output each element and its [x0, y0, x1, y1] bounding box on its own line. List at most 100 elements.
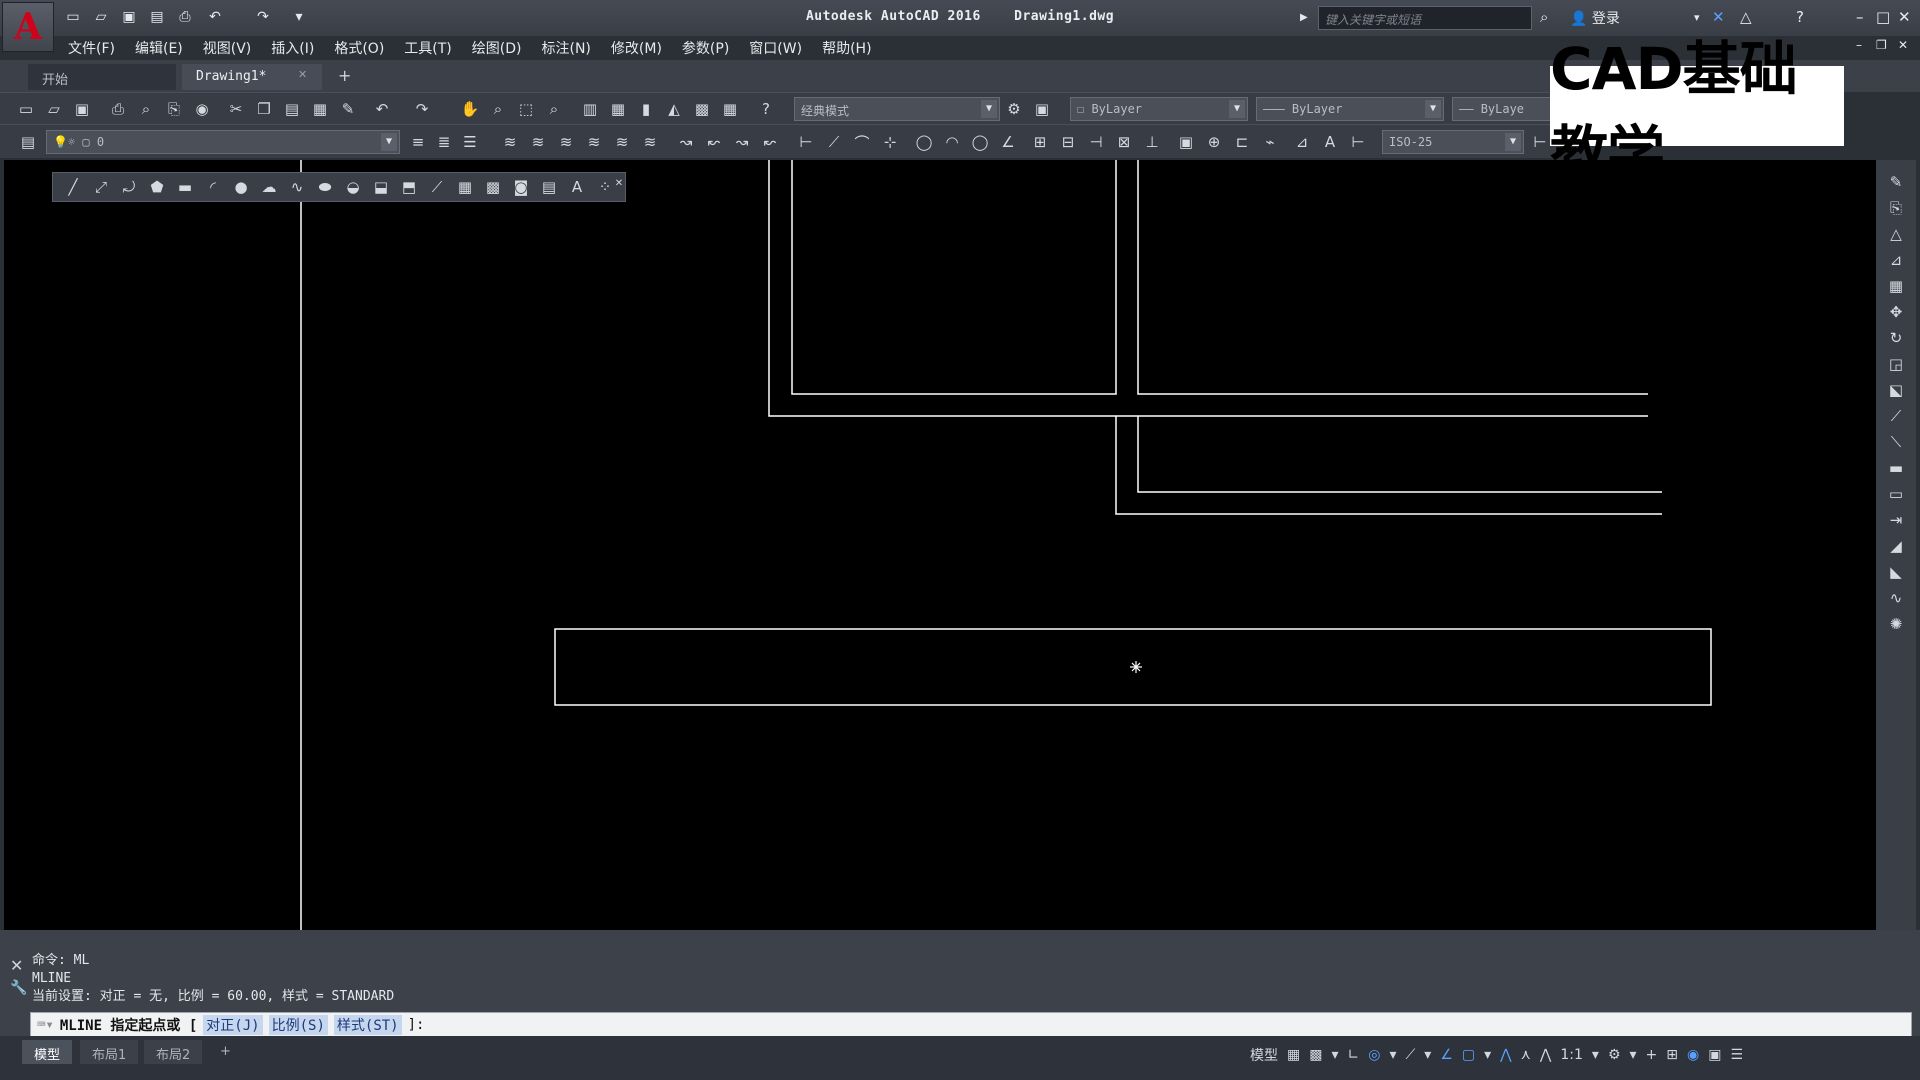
insert-block-icon[interactable]: ⬓: [371, 177, 391, 197]
color-select[interactable]: ☐ ByLayer ▼: [1070, 97, 1248, 121]
layer-unisolate-icon[interactable]: ↜: [760, 132, 780, 152]
open-file-icon[interactable]: ▱: [92, 8, 110, 26]
fillet-icon[interactable]: ◣: [1886, 562, 1906, 582]
linetype-select[interactable]: ——— ByLayer ▼: [1256, 97, 1444, 121]
lineweight-select[interactable]: —— ByLaye: [1452, 97, 1552, 121]
polygon-icon[interactable]: ⬟: [147, 177, 167, 197]
object-snap-icon[interactable]: ▢: [1462, 1047, 1475, 1063]
revision-cloud-icon[interactable]: ☁: [259, 177, 279, 197]
close-window-icon[interactable]: ✕: [1898, 8, 1911, 26]
layer-previous-icon[interactable]: ≣: [434, 132, 454, 152]
maximize-icon[interactable]: □: [1876, 8, 1890, 26]
rotate-icon[interactable]: ↻: [1886, 328, 1906, 348]
workspace-dropdown-icon[interactable]: ▾: [1630, 1047, 1637, 1063]
menu-edit[interactable]: 编辑(E): [127, 36, 195, 58]
chamfer-icon[interactable]: ◢: [1886, 536, 1906, 556]
minimize-icon[interactable]: –: [1856, 8, 1864, 26]
circle-icon[interactable]: ●: [231, 177, 251, 197]
layer-tool-6-icon[interactable]: ≋: [640, 132, 660, 152]
layer-merge-icon[interactable]: ↜: [704, 132, 724, 152]
spline-icon[interactable]: ∿: [287, 177, 307, 197]
copy-object-icon[interactable]: ⎘: [1886, 198, 1906, 218]
add-selected-icon[interactable]: ⁘: [595, 177, 615, 197]
print-icon[interactable]: ⎙: [176, 8, 194, 26]
dimstyle-manager-icon[interactable]: ⊢: [1530, 132, 1550, 152]
snap-dropdown-icon[interactable]: ▾: [1331, 1047, 1338, 1063]
cut-icon[interactable]: ✂: [226, 99, 246, 119]
layer-properties-icon[interactable]: ▤: [18, 132, 38, 152]
clean-screen-icon[interactable]: ▣: [1708, 1047, 1721, 1063]
osnap-dropdown-icon[interactable]: ▾: [1484, 1047, 1491, 1063]
gradient-icon[interactable]: ▩: [483, 177, 503, 197]
ellipse-icon[interactable]: ⬬: [315, 177, 335, 197]
arc-length-icon[interactable]: ⌒: [852, 132, 872, 152]
make-current-layer-icon[interactable]: ≡: [408, 132, 428, 152]
tab-start[interactable]: 开始: [28, 64, 176, 90]
join-icon[interactable]: ⇥: [1886, 510, 1906, 530]
jogged-linear-icon[interactable]: ⌁: [1260, 132, 1280, 152]
menu-parametric[interactable]: 参数(P): [674, 36, 741, 58]
menu-file[interactable]: 文件(F): [60, 36, 127, 58]
grid-icon[interactable]: ▦: [1287, 1047, 1300, 1063]
polyline-icon[interactable]: ⤾: [119, 177, 139, 197]
construction-line-icon[interactable]: ⤢: [91, 177, 111, 197]
mirror-icon[interactable]: △: [1886, 224, 1906, 244]
zoom-previous-icon[interactable]: ⌕: [544, 99, 564, 119]
doc-minimize-icon[interactable]: –: [1856, 38, 1862, 52]
menu-draw[interactable]: 绘图(D): [464, 36, 534, 58]
option-scale[interactable]: 比例(S): [268, 1015, 328, 1035]
quick-dimension-icon[interactable]: ⊞: [1030, 132, 1050, 152]
point-icon[interactable]: ⟋: [427, 177, 447, 197]
application-menu-button[interactable]: A: [2, 2, 54, 52]
layer-isolate-icon[interactable]: ↝: [732, 132, 752, 152]
layer-tool-4-icon[interactable]: ≋: [584, 132, 604, 152]
redo-icon[interactable]: ↷: [254, 8, 272, 26]
add-layout-button[interactable]: +: [208, 1040, 243, 1064]
binoculars-icon[interactable]: ⌕: [1540, 8, 1548, 26]
menu-view[interactable]: 视图(V): [195, 36, 264, 58]
ortho-icon[interactable]: ∟: [1348, 1047, 1360, 1063]
doc-close-icon[interactable]: ✕: [1898, 38, 1908, 52]
properties-icon[interactable]: ▥: [580, 99, 600, 119]
save-icon[interactable]: ▣: [72, 99, 92, 119]
expand-arrow-icon[interactable]: ▶: [1300, 12, 1308, 23]
dim-edit-icon[interactable]: ⊿: [1292, 132, 1312, 152]
plot-icon[interactable]: ⎙: [108, 99, 128, 119]
linear-dimension-icon[interactable]: ⊢: [796, 132, 816, 152]
dim-break-icon[interactable]: ⊥: [1142, 132, 1162, 152]
open-icon[interactable]: ▱: [44, 99, 64, 119]
menu-insert[interactable]: 插入(I): [263, 36, 326, 58]
region-icon[interactable]: ◙: [511, 177, 531, 197]
toolbar-close-icon[interactable]: ✕: [613, 173, 625, 193]
zoom-window-icon[interactable]: ⬚: [516, 99, 536, 119]
rectangle-icon[interactable]: ▬: [175, 177, 195, 197]
center-mark-icon[interactable]: ⊕: [1204, 132, 1224, 152]
workspace-switch-gear-icon[interactable]: ⚙: [1608, 1047, 1621, 1063]
angular-dimension-icon[interactable]: ∠: [998, 132, 1018, 152]
move-icon[interactable]: ✥: [1886, 302, 1906, 322]
polar-tracking-icon[interactable]: ◎: [1368, 1047, 1380, 1063]
annotation-monitor-icon[interactable]: +: [1646, 1047, 1658, 1063]
new-tab-button[interactable]: +: [338, 66, 351, 85]
dim-text-edit-icon[interactable]: A: [1320, 132, 1340, 152]
aligned-dimension-icon[interactable]: ⟋: [824, 132, 844, 152]
extend-icon[interactable]: ⟍: [1886, 432, 1906, 452]
layer-state-icon[interactable]: ☰: [460, 132, 480, 152]
hatch-icon[interactable]: ▦: [455, 177, 475, 197]
pan-icon[interactable]: ✋: [460, 99, 480, 119]
menu-dimension[interactable]: 标注(N): [534, 36, 603, 58]
inspection-icon[interactable]: ⊏: [1232, 132, 1252, 152]
option-justification[interactable]: 对正(J): [203, 1015, 263, 1035]
sheet-set-icon[interactable]: ◭: [664, 99, 684, 119]
offset-icon[interactable]: ⊿: [1886, 250, 1906, 270]
stretch-icon[interactable]: ⬕: [1886, 380, 1906, 400]
dim-update-icon[interactable]: ⊢: [1348, 132, 1368, 152]
ellipse-arc-icon[interactable]: ◒: [343, 177, 363, 197]
snap-icon[interactable]: ▩: [1309, 1047, 1322, 1063]
undo-icon[interactable]: ↶: [372, 99, 392, 119]
isodraft-icon[interactable]: ⟋: [1405, 1047, 1415, 1063]
dim-space-icon[interactable]: ⊠: [1114, 132, 1134, 152]
doc-restore-icon[interactable]: ❐: [1876, 38, 1887, 52]
save-as-icon[interactable]: ▤: [148, 8, 166, 26]
annotation-scale-value[interactable]: 1:1: [1560, 1047, 1583, 1063]
